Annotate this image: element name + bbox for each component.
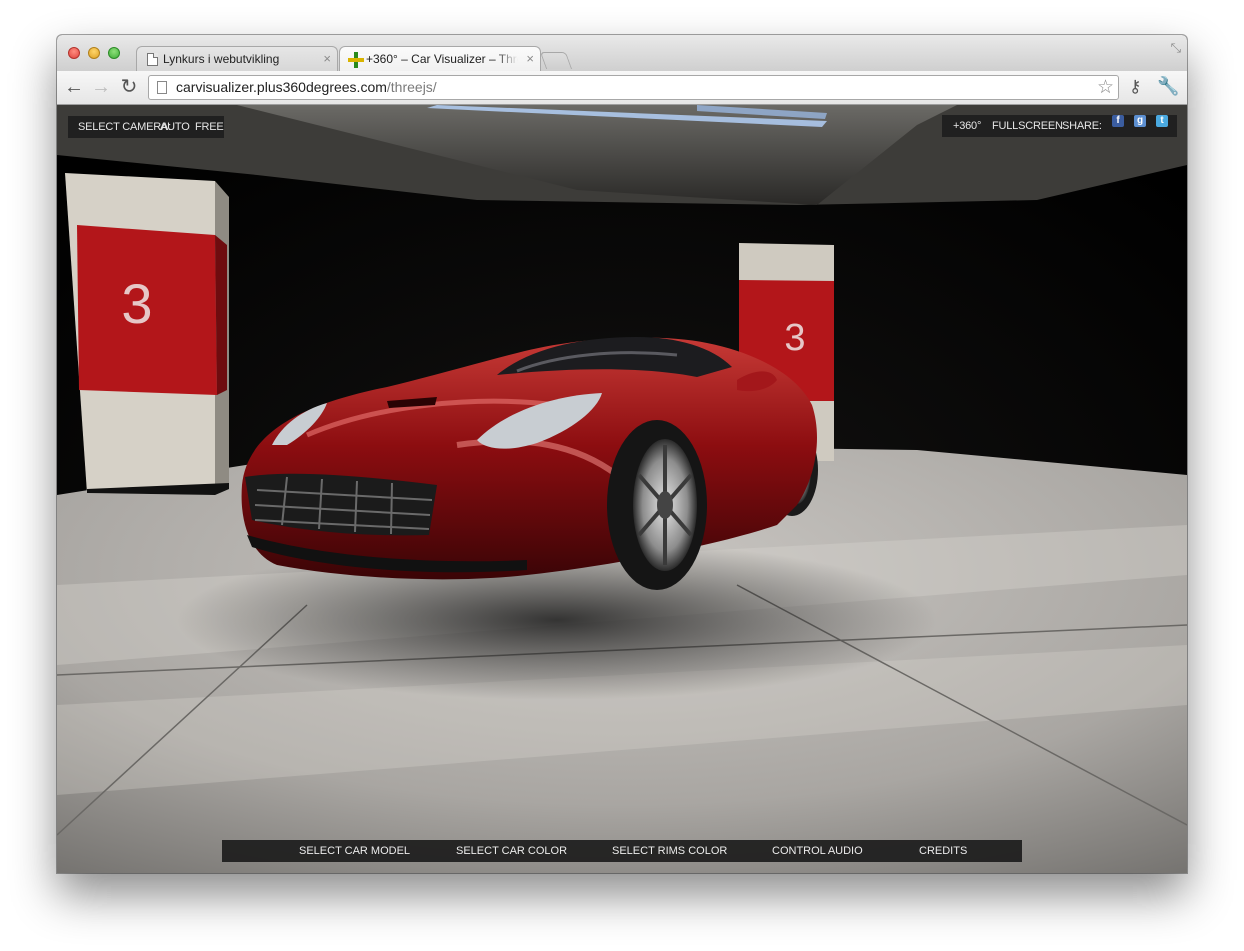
title-bar: Lynkurs i webutvikling × +360° – Car Vis…	[57, 35, 1187, 71]
pillar-number: 3	[121, 272, 152, 335]
new-tab-button[interactable]	[539, 52, 573, 69]
tab-title: +360° – Car Visualizer – Three.js	[366, 52, 518, 66]
star-icon[interactable]: ☆	[1097, 76, 1114, 99]
wrench-icon[interactable]: 🔧	[1157, 76, 1179, 97]
share-label: SHARE:	[1062, 120, 1102, 132]
window-minimize-button[interactable]	[88, 47, 100, 59]
camera-select-bar: SELECT CAMERA: AUTO FREE	[68, 116, 224, 138]
plus360-icon	[348, 52, 364, 68]
forward-arrow-icon[interactable]: →	[90, 76, 112, 98]
camera-free-link[interactable]: FREE	[195, 116, 224, 138]
camera-label: SELECT CAMERA:	[78, 121, 171, 133]
browser-window: Lynkurs i webutvikling × +360° – Car Vis…	[57, 35, 1187, 873]
select-car-color-button[interactable]: SELECT CAR COLOR	[456, 840, 567, 862]
select-rims-color-button[interactable]: SELECT RIMS COLOR	[612, 840, 727, 862]
close-icon[interactable]: ×	[323, 47, 331, 71]
browser-toolbar: ← → ↻ carvisualizer.plus360degrees.com/t…	[57, 71, 1187, 105]
bottom-menu-bar: SELECT CAR MODEL SELECT CAR COLOR SELECT…	[222, 840, 1022, 862]
wheel-hub	[657, 491, 673, 519]
share-bar: +360° FULLSCREEN SHARE: f g t	[942, 115, 1177, 137]
page-icon	[157, 81, 167, 94]
key-icon[interactable]: ⚷	[1129, 77, 1141, 97]
select-car-model-button[interactable]: SELECT CAR MODEL	[299, 840, 410, 862]
brand-link[interactable]: +360°	[953, 115, 981, 137]
tab-lynkurs[interactable]: Lynkurs i webutvikling ×	[136, 46, 338, 71]
pillar-left: 3	[65, 173, 229, 495]
credits-button[interactable]: CREDITS	[919, 840, 967, 862]
tab-car-visualizer[interactable]: +360° – Car Visualizer – Three.js ×	[339, 46, 541, 71]
window-maximize-button[interactable]	[108, 47, 120, 59]
car-visualizer-viewport[interactable]: 3 3 SELECT CAMERA: AUTO FREE +360° FULLS…	[57, 105, 1187, 873]
camera-auto-link[interactable]: AUTO	[160, 116, 190, 138]
close-icon[interactable]: ×	[526, 47, 534, 71]
tab-title: Lynkurs i webutvikling	[163, 52, 280, 66]
reload-icon[interactable]: ↻	[118, 76, 140, 98]
twitter-icon[interactable]: t	[1156, 115, 1168, 127]
fullscreen-resize-icon[interactable]: ⤡	[1171, 40, 1181, 56]
facebook-icon[interactable]: f	[1112, 115, 1124, 127]
url-text: carvisualizer.plus360degrees.com/threejs…	[176, 76, 437, 99]
page-icon	[147, 53, 158, 66]
url-path: /threejs/	[386, 79, 437, 95]
fullscreen-link[interactable]: FULLSCREEN	[992, 115, 1063, 137]
window-close-button[interactable]	[68, 47, 80, 59]
address-bar[interactable]: carvisualizer.plus360degrees.com/threejs…	[148, 75, 1119, 100]
garage-scene[interactable]: 3 3	[57, 105, 1187, 873]
pillar-number: 3	[784, 317, 805, 359]
google-icon[interactable]: g	[1134, 115, 1146, 127]
back-arrow-icon[interactable]: ←	[63, 76, 85, 98]
url-host: carvisualizer.plus360degrees.com	[176, 79, 387, 95]
control-audio-button[interactable]: CONTROL AUDIO	[772, 840, 863, 862]
